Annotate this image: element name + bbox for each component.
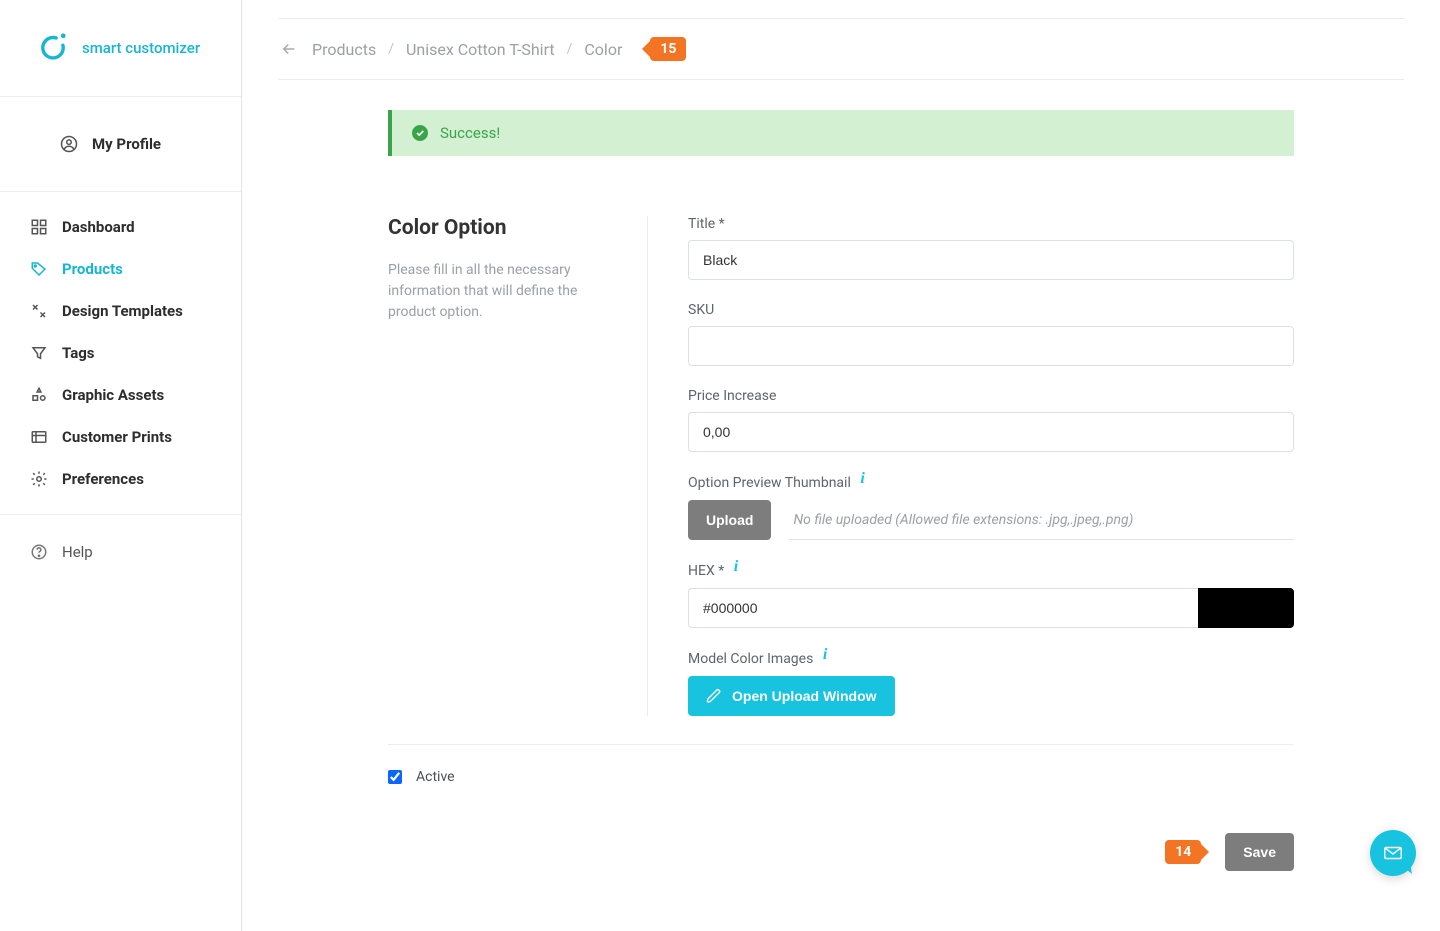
- hex-input[interactable]: [688, 588, 1198, 628]
- info-icon[interactable]: i: [734, 558, 738, 575]
- title-input[interactable]: [688, 240, 1294, 280]
- tour-step-15-badge[interactable]: 15: [642, 37, 686, 61]
- tour-step-number: 15: [650, 37, 686, 61]
- breadcrumb-sep: /: [567, 41, 573, 57]
- alert-message: Success!: [440, 124, 500, 142]
- tag-icon: [30, 260, 48, 278]
- sidebar-item-label: Help: [62, 543, 93, 561]
- sidebar-item-customer-prints[interactable]: Customer Prints: [0, 416, 241, 458]
- sku-label: SKU: [688, 302, 1294, 318]
- sidebar-item-label: Design Templates: [62, 302, 183, 320]
- sidebar-item-dashboard[interactable]: Dashboard: [0, 206, 241, 248]
- breadcrumb-divider: [278, 79, 1404, 80]
- assets-icon: [30, 386, 48, 404]
- check-circle-icon: [412, 125, 428, 141]
- open-upload-window-button[interactable]: Open Upload Window: [688, 676, 895, 716]
- gear-icon: [30, 470, 48, 488]
- brand-name: smart customizer: [82, 39, 200, 57]
- upload-placeholder: No file uploaded (Allowed file extension…: [789, 500, 1294, 540]
- sidebar-item-my-profile[interactable]: My Profile: [30, 123, 241, 165]
- price-increase-label: Price Increase: [688, 388, 1294, 404]
- sidebar-item-label: Dashboard: [62, 218, 135, 236]
- sidebar-item-label: Preferences: [62, 470, 144, 488]
- sidebar-item-label: Graphic Assets: [62, 386, 164, 404]
- sidebar-item-products[interactable]: Products: [0, 248, 241, 290]
- breadcrumb-color[interactable]: Color: [584, 40, 622, 59]
- tour-step-number: 14: [1165, 840, 1201, 864]
- dashboard-icon: [30, 218, 48, 236]
- user-circle-icon: [60, 135, 78, 153]
- color-option-panel: Color Option Please fill in all the nece…: [388, 216, 1294, 716]
- sidebar-item-label: Products: [62, 260, 123, 278]
- sidebar-item-help[interactable]: Help: [0, 531, 241, 573]
- templates-icon: [30, 302, 48, 320]
- sidebar-item-label: Tags: [62, 344, 95, 362]
- active-checkbox[interactable]: [388, 770, 402, 784]
- tour-step-14-badge[interactable]: 14: [1165, 840, 1209, 864]
- sidebar: smart customizer My Profile Dashboa: [0, 0, 242, 931]
- chat-bubble-tail-icon: [1400, 862, 1412, 876]
- back-button[interactable]: [278, 38, 300, 60]
- help-icon: [30, 543, 48, 561]
- info-icon[interactable]: i: [860, 470, 864, 487]
- field-sku: SKU: [688, 302, 1294, 366]
- thumbnail-label-text: Option Preview Thumbnail: [688, 475, 851, 491]
- sidebar-item-preferences[interactable]: Preferences: [0, 458, 241, 500]
- breadcrumb: Products / Unisex Cotton T-Shirt / Color…: [278, 19, 1404, 79]
- field-title: Title *: [688, 216, 1294, 280]
- breadcrumb-sep: /: [388, 41, 394, 57]
- title-label: Title *: [688, 216, 1294, 232]
- main-content: Products / Unisex Cotton T-Shirt / Color…: [242, 0, 1440, 931]
- save-button[interactable]: Save: [1225, 833, 1294, 871]
- sidebar-item-label: Customer Prints: [62, 428, 172, 446]
- active-label: Active: [416, 769, 455, 785]
- breadcrumb-product[interactable]: Unisex Cotton T-Shirt: [406, 40, 555, 59]
- upload-button[interactable]: Upload: [688, 500, 771, 540]
- info-icon[interactable]: i: [823, 646, 827, 663]
- thumbnail-label: Option Preview Thumbnail i: [688, 474, 1294, 492]
- hex-label: HEX * i: [688, 562, 1294, 580]
- breadcrumb-products[interactable]: Products: [312, 40, 376, 59]
- filter-icon: [30, 344, 48, 362]
- open-upload-window-label: Open Upload Window: [732, 688, 877, 704]
- sku-input[interactable]: [688, 326, 1294, 366]
- field-thumbnail: Option Preview Thumbnail i Upload No fil…: [688, 474, 1294, 540]
- tour-bubble-arrow-icon: [1199, 842, 1209, 862]
- brand-logo: smart customizer: [0, 0, 241, 96]
- hex-swatch: [1198, 588, 1294, 628]
- sidebar-item-tags[interactable]: Tags: [0, 332, 241, 374]
- sidebar-item-design-templates[interactable]: Design Templates: [0, 290, 241, 332]
- field-hex: HEX * i: [688, 562, 1294, 628]
- prints-icon: [30, 428, 48, 446]
- success-alert: Success!: [388, 110, 1294, 156]
- field-price-increase: Price Increase: [688, 388, 1294, 452]
- price-increase-input[interactable]: [688, 412, 1294, 452]
- sidebar-item-graphic-assets[interactable]: Graphic Assets: [0, 374, 241, 416]
- mail-icon: [1382, 842, 1404, 864]
- field-model-images: Model Color Images i Open Upload Window: [688, 650, 1294, 716]
- brand-logo-icon: [36, 29, 70, 67]
- hex-label-text: HEX *: [688, 563, 724, 579]
- pencil-icon: [706, 688, 722, 704]
- sidebar-item-label: My Profile: [92, 135, 161, 153]
- panel-description: Please fill in all the necessary informa…: [388, 260, 617, 323]
- panel-heading: Color Option: [388, 216, 617, 240]
- chat-launcher[interactable]: [1370, 830, 1416, 876]
- footer-actions: 14 Save: [278, 833, 1404, 891]
- active-row: Active: [388, 744, 1294, 785]
- model-images-label-text: Model Color Images: [688, 651, 813, 667]
- model-images-label: Model Color Images i: [688, 650, 1294, 668]
